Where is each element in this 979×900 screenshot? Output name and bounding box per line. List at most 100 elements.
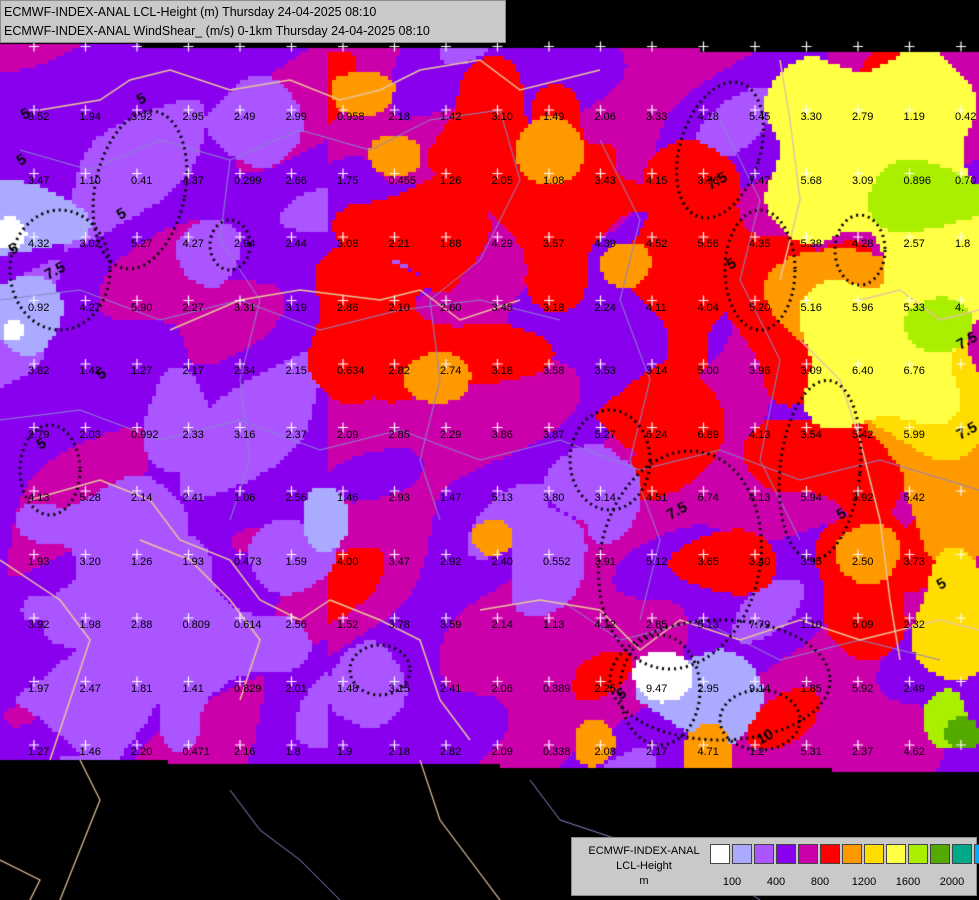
windshear-value-label: 7.47 (749, 174, 771, 187)
legend-tick-label: 1600 (895, 876, 921, 888)
title-windshear: ECMWF-INDEX-ANAL WindShear_ (m/s) 0-1km … (4, 24, 430, 38)
windshear-value-label: 4.62 (903, 746, 925, 758)
windshear-value-label: 2.56 (285, 492, 307, 504)
legend-swatch (776, 844, 796, 864)
windshear-value-label: 5.99 (903, 428, 925, 441)
windshear-value-label: 2.20 (131, 746, 153, 758)
windshear-value-label: 2.93 (388, 492, 410, 504)
windshear-value-label: 1.9 (337, 746, 353, 758)
windshear-value-label: 1.81 (131, 682, 153, 695)
windshear-value-label: 1.49 (543, 111, 565, 123)
windshear-value-label: 9.14 (749, 682, 771, 695)
windshear-value-label: 1.47 (440, 492, 462, 504)
windshear-value-label: 3.57 (543, 238, 565, 250)
windshear-value-label: 2.27 (182, 301, 204, 314)
windshear-value-label: 0.70 (955, 174, 977, 187)
windshear-value-label: 2.99 (285, 111, 307, 123)
windshear-value-label: 2.17 (646, 746, 668, 758)
windshear-value-label: 0.829 (234, 682, 262, 695)
legend-tick-label: 2000 (939, 876, 965, 888)
windshear-value-label: 2.86 (337, 301, 359, 314)
windshear-value-label: 6.40 (852, 365, 874, 377)
windshear-value-label: 2.74 (440, 365, 462, 377)
windshear-value-label: 2.32 (903, 619, 925, 631)
windshear-value-label: 5.92 (852, 682, 874, 695)
legend-swatch (710, 844, 730, 864)
legend-tick-label: 1200 (851, 876, 877, 888)
windshear-value-label: 1.10 (800, 619, 822, 631)
windshear-value-label: 4.00 (337, 555, 359, 568)
windshear-value-label: 4.13 (28, 492, 50, 504)
legend-swatches (710, 844, 979, 864)
legend-parameter: LCL-Height (616, 860, 672, 872)
windshear-value-label: 4.29 (491, 238, 513, 250)
windshear-value-label: 1.10 (79, 174, 101, 187)
windshear-value-label: 5.96 (852, 301, 874, 314)
windshear-value-label: 4.27 (182, 238, 204, 250)
windshear-value-label: 0.338 (543, 746, 571, 758)
legend-model: ECMWF-INDEX-ANAL (588, 845, 700, 857)
windshear-value-label: 4.32 (28, 238, 50, 250)
windshear-value-label: 1.42 (79, 365, 101, 377)
windshear-value-label: 6.74 (697, 492, 719, 504)
windshear-value-label: 3.96 (749, 365, 771, 377)
windshear-value-label: 4.11 (646, 301, 667, 314)
map-title-panel: ECMWF-INDEX-ANAL LCL-Height (m) Thursday… (0, 0, 506, 43)
windshear-value-label: 5.16 (800, 301, 822, 314)
windshear-value-label: 1.27 (131, 365, 153, 377)
windshear-value-label: 0.552 (543, 555, 571, 568)
windshear-value-label: 2.57 (903, 238, 925, 250)
windshear-value-label: 3.73 (903, 555, 925, 568)
windshear-value-label: 2.09 (337, 428, 359, 441)
windshear-value-label: 2.06 (491, 682, 513, 695)
legend-title: ECMWF-INDEX-ANAL LCL-Height m (576, 844, 712, 889)
windshear-value-label: 6.89 (697, 428, 719, 441)
windshear-value-label: 1.46 (337, 492, 359, 504)
windshear-value-label: 2.94 (234, 238, 256, 250)
windshear-value-label: 2.37 (852, 746, 874, 758)
windshear-value-label: 4.18 (697, 111, 719, 123)
windshear-value-label: 1.85 (800, 682, 822, 695)
windshear-value-label: 2.24 (594, 301, 616, 314)
windshear-value-label: 2.09 (491, 746, 513, 758)
windshear-value-label: 3.16 (234, 428, 256, 441)
windshear-value-label: 2.15 (285, 365, 307, 377)
windshear-value-label: 3.20 (79, 555, 101, 568)
windshear-value-label: 3.91 (594, 555, 616, 568)
windshear-value-label: 2.01 (285, 682, 307, 695)
windshear-value-label: 0.299 (234, 174, 262, 187)
windshear-value-label: 2.10 (388, 301, 410, 314)
windshear-value-label: 3.31 (234, 301, 256, 314)
windshear-value-label: 1.06 (234, 492, 256, 504)
windshear-value-label: 2.66 (285, 174, 307, 187)
windshear-value-label: 2.14 (491, 619, 513, 631)
windshear-value-label: 2.88 (131, 619, 153, 631)
windshear-value-label: 3.02 (79, 238, 101, 250)
legend-swatch (930, 844, 950, 864)
windshear-value-label: 1.41 (182, 682, 204, 695)
windshear-value-label: 0.389 (543, 682, 571, 695)
windshear-value-label: 2.05 (491, 174, 513, 187)
windshear-value-label: 5.94 (800, 492, 822, 504)
windshear-value-label: 1.93 (182, 555, 204, 568)
windshear-value-label: 4.04 (697, 301, 719, 314)
windshear-value-label: 5.38 (800, 238, 822, 250)
windshear-value-label: 3.47 (388, 555, 410, 568)
windshear-value-label: 3.54 (800, 428, 822, 441)
windshear-value-label: 3.09 (800, 365, 822, 377)
windshear-value-label: 2.40 (491, 555, 513, 568)
windshear-value-label: 3.14 (594, 492, 616, 504)
windshear-value-label: 5.56 (697, 238, 719, 250)
legend-tick-label: 400 (766, 876, 786, 888)
windshear-value-label: 5.00 (697, 365, 719, 377)
windshear-value-label: 0.455 (388, 174, 417, 187)
windshear-value-label: 5.27 (131, 238, 153, 250)
windshear-value-label: 1.8 (955, 238, 971, 250)
legend-swatch (842, 844, 862, 864)
windshear-value-label: 3.92 (131, 111, 153, 123)
legend-swatch (974, 844, 979, 864)
windshear-value-label: 5.45 (749, 111, 771, 123)
windshear-value-label: 0.614 (234, 619, 262, 631)
windshear-value-label: 2.21 (388, 238, 410, 250)
windshear-value-label: 1.98 (79, 619, 101, 631)
